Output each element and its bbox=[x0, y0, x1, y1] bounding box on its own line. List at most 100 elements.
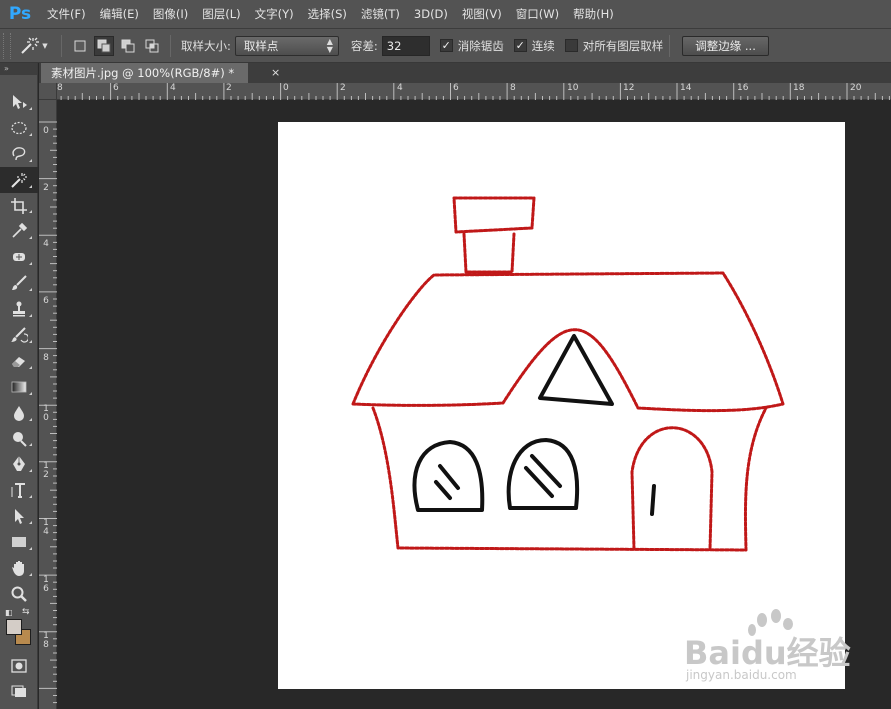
empty-checkbox-icon bbox=[564, 39, 578, 52]
sample-size-select[interactable]: 取样点 ▲ ▼ bbox=[234, 35, 339, 56]
crop-tool[interactable] bbox=[0, 193, 38, 219]
magic-wand-icon bbox=[11, 172, 27, 188]
path-selection-icon bbox=[15, 509, 24, 525]
options-bar: ▼ 取样大小: 取样点 ▲ ▼ 容差: 32 ✓ 消除锯齿 ✓ 连续 对所有图层取… bbox=[0, 28, 891, 63]
left-window-line-2 bbox=[434, 480, 452, 500]
foreground-color-swatch[interactable] bbox=[6, 618, 22, 635]
eraser-tool[interactable] bbox=[0, 348, 38, 374]
close-icon[interactable]: × bbox=[271, 63, 280, 83]
tolerance-label: 容差: bbox=[350, 38, 378, 53]
lasso-icon bbox=[12, 146, 26, 160]
sample-size-value: 取样点 bbox=[243, 38, 279, 53]
menu-type[interactable]: 文字(Y) bbox=[248, 0, 301, 28]
horizontal-ruler[interactable]: 8 6 4 2 0 2 4 6 8 10 12 14 16 18 20 bbox=[57, 83, 891, 100]
new-selection-button[interactable] bbox=[70, 36, 90, 56]
add-to-selection-button[interactable] bbox=[94, 35, 114, 56]
door-outline bbox=[630, 426, 714, 551]
ruler-label: 14 bbox=[680, 83, 692, 93]
tools-panel: » ◧ ⇆ bbox=[0, 63, 38, 709]
ruler-label: 12 bbox=[623, 83, 635, 93]
ruler-label: 14 bbox=[43, 518, 49, 537]
add-to-selection-icon bbox=[97, 39, 111, 52]
sample-all-layers-label: 对所有图层取样 bbox=[582, 38, 664, 53]
watermark-url: jingyan.baidu.com bbox=[686, 668, 797, 682]
spot-healing-icon bbox=[13, 253, 25, 262]
contiguous-checkbox[interactable]: ✓ 连续 bbox=[513, 38, 555, 54]
anti-alias-checkbox[interactable]: ✓ 消除锯齿 bbox=[439, 38, 504, 54]
lasso-tool[interactable] bbox=[0, 141, 38, 167]
hand-tool[interactable] bbox=[0, 555, 38, 581]
ruler-label: 12 bbox=[43, 461, 49, 480]
document-canvas[interactable] bbox=[278, 122, 845, 689]
ruler-label: 6 bbox=[113, 83, 119, 93]
tolerance-input[interactable]: 32 bbox=[381, 35, 430, 56]
blur-icon bbox=[14, 405, 24, 421]
document-tab-strip: 素材图片.jpg @ 100%(RGB/8#) * × bbox=[39, 63, 891, 83]
ruler-label: 2 bbox=[340, 83, 346, 93]
path-selection-tool[interactable] bbox=[0, 503, 38, 529]
contiguous-label: 连续 bbox=[531, 38, 555, 53]
vertical-ruler[interactable]: 0 2 4 6 8 10 12 14 16 18 bbox=[39, 100, 57, 709]
shape-tool[interactable] bbox=[0, 529, 38, 555]
gradient-tool[interactable] bbox=[0, 374, 38, 400]
photoshop-logo: Ps bbox=[8, 4, 32, 24]
ruler-label: 8 bbox=[510, 83, 516, 93]
default-colors-icon[interactable]: ◧ bbox=[5, 608, 13, 617]
intersect-selection-button[interactable] bbox=[142, 36, 162, 56]
refine-edge-button[interactable]: 调整边缘 ... bbox=[682, 35, 769, 56]
ruler-label: 10 bbox=[567, 83, 579, 93]
ruler-label: 10 bbox=[43, 404, 49, 423]
dodge-tool[interactable] bbox=[0, 426, 38, 452]
gradient-icon bbox=[11, 381, 27, 393]
ruler-label: 2 bbox=[226, 83, 232, 93]
menu-view[interactable]: 视图(V) bbox=[455, 0, 509, 28]
pen-tool[interactable] bbox=[0, 451, 38, 477]
ruler-label: 0 bbox=[283, 83, 289, 93]
sample-all-layers-checkbox[interactable]: 对所有图层取样 bbox=[564, 38, 664, 54]
subtract-from-selection-button[interactable] bbox=[118, 36, 138, 56]
menu-window[interactable]: 窗口(W) bbox=[509, 0, 566, 28]
divider bbox=[61, 34, 62, 57]
menu-select[interactable]: 选择(S) bbox=[301, 0, 354, 28]
left-window-line-1 bbox=[438, 464, 460, 490]
menu-edit[interactable]: 编辑(E) bbox=[93, 0, 146, 28]
checkmark-icon: ✓ bbox=[513, 39, 527, 52]
tool-preset-picker[interactable]: ▼ bbox=[11, 32, 55, 60]
chimney-stem-outline bbox=[462, 232, 516, 274]
healing-tool[interactable] bbox=[0, 244, 38, 270]
anti-alias-label: 消除锯齿 bbox=[457, 38, 504, 53]
pen-icon bbox=[13, 456, 25, 472]
sample-size-label: 取样大小: bbox=[181, 38, 231, 53]
chevron-down-icon: ▼ bbox=[42, 41, 48, 50]
menu-help[interactable]: 帮助(H) bbox=[566, 0, 621, 28]
ruler-label: 20 bbox=[850, 83, 862, 93]
document-tab[interactable]: 素材图片.jpg @ 100%(RGB/8#) * bbox=[41, 63, 248, 83]
menu-file[interactable]: 文件(F) bbox=[40, 0, 93, 28]
marquee-tool[interactable] bbox=[0, 115, 38, 141]
menu-image[interactable]: 图像(I) bbox=[146, 0, 195, 28]
brush-tool[interactable] bbox=[0, 270, 38, 296]
history-brush-tool[interactable] bbox=[0, 322, 38, 348]
hand-icon bbox=[12, 560, 24, 576]
quick-mask-button[interactable] bbox=[0, 653, 38, 679]
magic-wand-tool[interactable] bbox=[0, 166, 38, 193]
blur-tool[interactable] bbox=[0, 400, 38, 426]
menu-filter[interactable]: 滤镜(T) bbox=[354, 0, 407, 28]
divider bbox=[669, 34, 671, 57]
move-tool[interactable] bbox=[0, 89, 38, 115]
menu-layer[interactable]: 图层(L) bbox=[195, 0, 247, 28]
ruler-label: 4 bbox=[397, 83, 403, 93]
screen-mode-button[interactable] bbox=[0, 679, 38, 705]
clone-stamp-tool[interactable] bbox=[0, 296, 38, 322]
eyedropper-tool[interactable] bbox=[0, 218, 38, 244]
type-tool[interactable] bbox=[0, 477, 38, 503]
collapse-panel-icon[interactable]: » bbox=[0, 63, 37, 75]
screen-mode-icon bbox=[11, 685, 26, 697]
menu-3d[interactable]: 3D(D) bbox=[407, 0, 455, 28]
ruler-label: 8 bbox=[43, 353, 49, 363]
ruler-ticks bbox=[60, 83, 890, 100]
swap-colors-icon[interactable]: ⇆ bbox=[22, 607, 30, 617]
options-grip[interactable] bbox=[3, 32, 11, 59]
ruler-label: 8 bbox=[57, 83, 63, 93]
zoom-tool[interactable] bbox=[0, 581, 38, 607]
